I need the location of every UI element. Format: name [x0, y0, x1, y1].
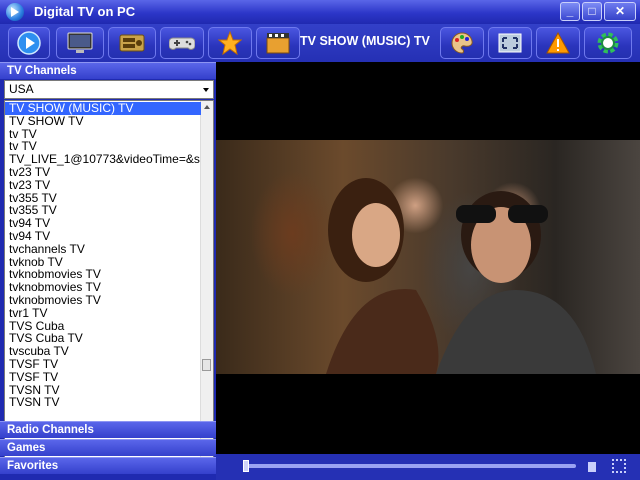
screenshot-button[interactable]	[488, 27, 532, 59]
radio-button[interactable]	[108, 27, 156, 59]
channel-list-item[interactable]: tv TV	[5, 128, 201, 141]
channel-list-item[interactable]: TVSN TV	[5, 384, 201, 397]
channel-list-item[interactable]: TV SHOW TV	[5, 115, 201, 128]
channel-list[interactable]: TV SHOW (MUSIC) TV TV SHOW TV tv TV tv TV TV…	[4, 100, 214, 472]
country-select-value: USA	[9, 82, 34, 96]
window-title: Digital TV on PC	[34, 4, 136, 19]
palette-icon	[451, 32, 473, 54]
close-button[interactable]: ✕	[604, 2, 636, 21]
channel-list-item[interactable]: tvknobmovies TV	[5, 294, 201, 307]
settings-icon	[597, 32, 619, 54]
star-icon	[218, 31, 242, 55]
gamepad-icon	[169, 37, 195, 50]
radio-icon	[119, 34, 145, 52]
channel-list-item[interactable]: tvr1 TV	[5, 307, 201, 320]
channel-list-item[interactable]: tvknobmovies TV	[5, 268, 201, 281]
play-button[interactable]	[8, 27, 50, 59]
channel-list-item[interactable]: TVS Cuba	[5, 320, 201, 333]
skins-button[interactable]	[440, 27, 484, 59]
tv-button[interactable]	[56, 27, 104, 59]
channel-list-item[interactable]: tv23 TV	[5, 179, 201, 192]
playback-bar	[216, 454, 640, 480]
channel-list-item[interactable]: tv94 TV	[5, 230, 201, 243]
video-button[interactable]	[256, 27, 300, 59]
channel-list-item[interactable]: tv23 TV	[5, 166, 201, 179]
channel-list-item[interactable]: tv TV	[5, 140, 201, 153]
screenshot-icon	[498, 33, 522, 53]
channel-list-item[interactable]: tv355 TV	[5, 192, 201, 205]
report-button[interactable]	[536, 27, 580, 59]
title-bar: Digital TV on PC _ □ ✕	[0, 0, 640, 24]
seek-track[interactable]	[246, 464, 576, 468]
toolbar: TV SHOW (MUSIC) TV	[0, 24, 640, 63]
tv-channels-header[interactable]: TV Channels	[0, 62, 216, 79]
scroll-up-icon[interactable]	[204, 105, 210, 109]
scroll-thumb[interactable]	[202, 359, 211, 371]
channel-list-item[interactable]: TVSF TV	[5, 358, 201, 371]
country-select[interactable]: USA	[4, 80, 214, 99]
seek-handle[interactable]	[243, 460, 249, 472]
favorites-header[interactable]: Favorites	[0, 457, 216, 474]
channel-list-item[interactable]: TVSN TV	[5, 396, 201, 409]
games-button[interactable]	[160, 27, 204, 59]
channel-list-item[interactable]: tv94 TV	[5, 217, 201, 230]
radio-channels-header[interactable]: Radio Channels	[0, 421, 216, 438]
channel-list-item[interactable]: TVSF TV	[5, 371, 201, 384]
warning-icon	[546, 32, 570, 54]
channel-list-scrollbar[interactable]	[200, 101, 213, 471]
maximize-button[interactable]: □	[582, 2, 602, 21]
video-player[interactable]	[216, 62, 640, 454]
channel-list-item[interactable]: tvchannels TV	[5, 243, 201, 256]
channel-list-item[interactable]: tvknob TV	[5, 256, 201, 269]
channel-list-item[interactable]: TVS Cuba TV	[5, 332, 201, 345]
app-icon	[6, 3, 24, 21]
channel-list-item[interactable]: tvknobmovies TV	[5, 281, 201, 294]
channel-list-item[interactable]: TV SHOW (MUSIC) TV	[5, 102, 201, 115]
film-icon	[266, 33, 290, 54]
chevron-down-icon	[203, 88, 209, 92]
settings-button[interactable]	[584, 27, 632, 59]
favorites-button[interactable]	[208, 27, 252, 59]
now-playing-label: TV SHOW (MUSIC) TV	[300, 34, 430, 48]
channel-list-item[interactable]: tv355 TV	[5, 204, 201, 217]
minimize-button[interactable]: _	[560, 2, 580, 21]
monitor-icon	[67, 32, 93, 53]
video-frame	[216, 140, 640, 374]
volume-icon[interactable]	[588, 462, 596, 472]
left-panel: TV Channels USA TV SHOW (MUSIC) TV TV SHO…	[0, 62, 216, 480]
games-header[interactable]: Games	[0, 439, 216, 456]
channel-list-item[interactable]: TV_LIVE_1@10773&videoTime=&s	[5, 153, 201, 166]
fullscreen-icon[interactable]	[612, 459, 626, 473]
play-icon	[17, 31, 41, 55]
channel-list-item[interactable]: tvscuba TV	[5, 345, 201, 358]
